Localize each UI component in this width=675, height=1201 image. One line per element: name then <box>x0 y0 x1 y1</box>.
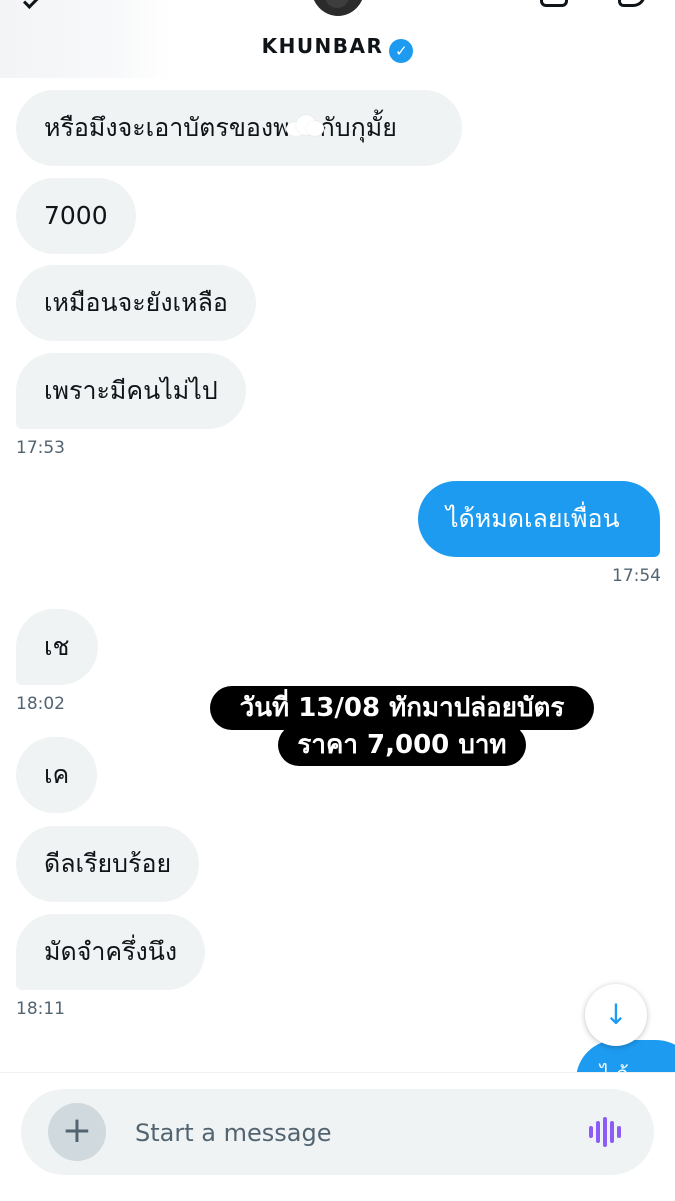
chat-header: KHUNBAR ✓ <box>0 0 675 82</box>
message-input[interactable] <box>133 1089 567 1177</box>
message-text: เช <box>44 632 70 661</box>
info-icon[interactable] <box>618 0 646 7</box>
message-bubble-received[interactable]: มัดจำครึ่งนึง <box>16 914 206 990</box>
message-bubble-received[interactable]: เหมือนจะยังเหลือ <box>16 265 256 341</box>
message-timestamp: 17:53 <box>16 438 65 458</box>
annotation-caption-line1: วันที่ 13/08 ทักมาปล่อยบัตร <box>210 686 594 730</box>
annotation-caption-line2: ราคา 7,000 บาท <box>278 724 526 766</box>
contact-name[interactable]: KHUNBAR ✓ <box>0 34 675 63</box>
arrow-down-icon: ↓ <box>604 998 628 1031</box>
call-icon[interactable] <box>540 0 568 7</box>
voice-wave-icon[interactable] <box>589 1117 623 1147</box>
verified-badge-icon: ✓ <box>389 39 414 63</box>
avatar[interactable] <box>311 0 365 16</box>
add-media-button[interactable]: + <box>48 1103 106 1161</box>
message-text: เพราะมีคนไม่ไป <box>44 376 218 405</box>
message-timestamp: 18:11 <box>16 999 65 1019</box>
message-text: เหมือนจะยังเหลือ <box>44 288 228 317</box>
message-bubble-received[interactable]: 7000 <box>16 178 136 254</box>
cloud-sticker-icon <box>282 112 326 138</box>
message-text: ได้หมดเลยเพื่อน <box>446 504 620 533</box>
message-text: หรือมึงจะเอาบัตรของพ <box>44 113 290 142</box>
message-bubble-received[interactable]: หรือมึงจะเอาบัตรของพ กับกุมั้ย <box>16 90 462 166</box>
message-bubble-sent[interactable]: ได้หมดเลยเพื่อน <box>418 481 660 557</box>
message-composer: + <box>0 1072 675 1201</box>
message-text: 7000 <box>44 201 108 230</box>
message-timestamp: 18:02 <box>16 694 65 714</box>
contact-name-text: KHUNBAR <box>261 34 384 58</box>
message-text: มัดจำครึ่งนึง <box>44 937 178 966</box>
message-bubble-received[interactable]: เพราะมีคนไม่ไป <box>16 353 246 429</box>
message-bubble-received[interactable]: เช <box>16 609 98 685</box>
message-bubble-received[interactable]: เค <box>16 737 98 813</box>
message-text: เค <box>44 760 70 789</box>
composer-box: + <box>21 1089 654 1177</box>
message-bubble-received[interactable]: ดีลเรียบร้อย <box>16 826 200 902</box>
plus-icon: + <box>61 1110 93 1151</box>
scroll-to-bottom-button[interactable]: ↓ <box>585 984 647 1046</box>
message-text: ดีลเรียบร้อย <box>44 849 172 878</box>
message-timestamp: 17:54 <box>612 566 661 586</box>
message-text: กับกุมั้ย <box>319 113 397 142</box>
